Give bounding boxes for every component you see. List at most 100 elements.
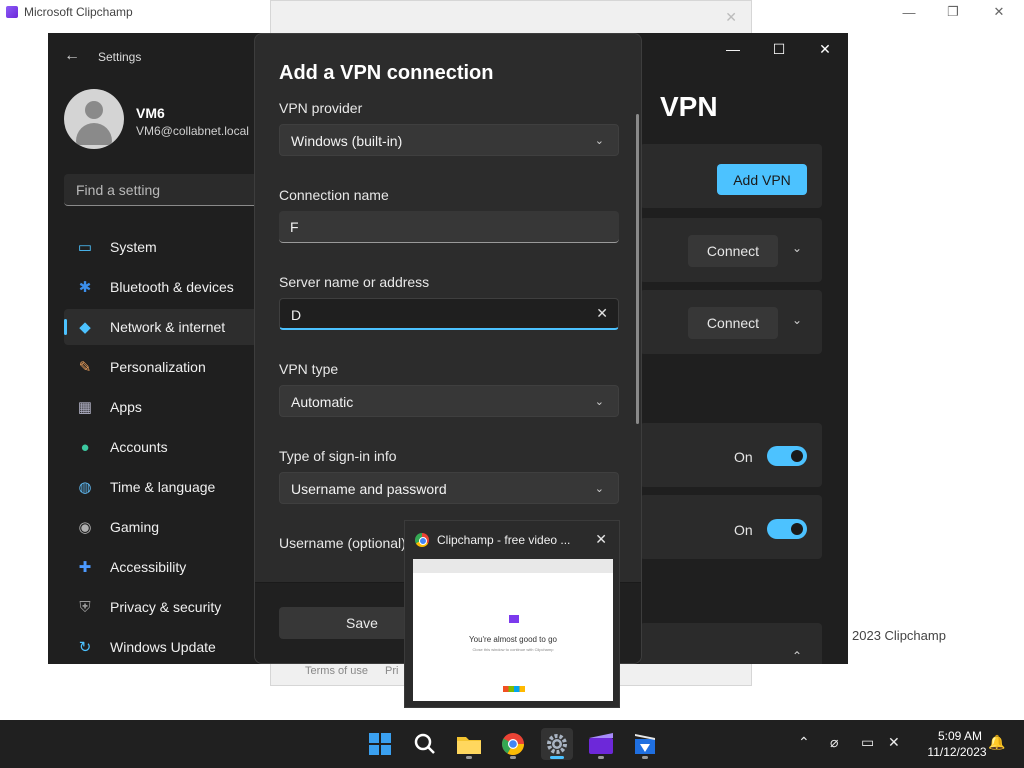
vpn-provider-dropdown[interactable]: Windows (built-in) ⌄: [279, 124, 619, 156]
clapperboard-icon: [635, 734, 655, 754]
connection-name-field[interactable]: F: [279, 211, 619, 243]
clock-time[interactable]: 5:09 AM: [930, 729, 990, 743]
gear-icon: [547, 734, 567, 754]
preview-screenshot: You're almost good to go Close this wind…: [413, 559, 613, 701]
signin-type-dropdown[interactable]: Username and password ⌄: [279, 472, 619, 504]
preview-heading: You're almost good to go: [469, 635, 557, 644]
chevron-down-icon: ⌄: [594, 135, 604, 147]
gamepad-icon: ◉: [78, 519, 92, 536]
apps-icon: ▦: [77, 399, 93, 416]
taskbar: ⌃ ⌀ ▭ ✕ 🔔: [0, 720, 1024, 768]
clock-date[interactable]: 11/12/2023: [922, 745, 992, 759]
vpn-type-dropdown[interactable]: Automatic ⌄: [279, 385, 619, 417]
chevron-down-icon: ⌄: [594, 483, 604, 495]
start-button[interactable]: [364, 728, 396, 760]
movie-app-taskbar-button[interactable]: [629, 728, 661, 760]
avatar[interactable]: [64, 89, 124, 149]
sidebar-item-label: Personalization: [110, 359, 206, 375]
settings-taskbar-button[interactable]: [541, 728, 573, 760]
clipchamp-copyright: 2023 Clipchamp: [852, 628, 946, 643]
chevron-down-icon: ⌄: [594, 396, 604, 408]
server-address-field[interactable]: D ✕: [279, 298, 619, 330]
network-status-icon[interactable]: ⌀: [830, 734, 838, 751]
preview-title: Clipchamp - free video ...: [437, 533, 571, 547]
avatar-body-shape: [76, 123, 112, 145]
toggle-switch-2[interactable]: [767, 519, 807, 539]
signin-type-label: Type of sign-in info: [279, 448, 397, 464]
running-indicator: [642, 756, 648, 759]
clipchamp-taskbar-button[interactable]: [585, 728, 617, 760]
toggle-1-label: On: [734, 449, 753, 465]
paintbrush-icon: ✎: [78, 359, 92, 376]
clipchamp-logo-icon: [6, 6, 18, 18]
preview-close-icon[interactable]: ✕: [595, 531, 607, 548]
sidebar-item-label: System: [110, 239, 157, 255]
dialog-title: Add a VPN connection: [279, 62, 494, 84]
preview-browser-bar: [413, 559, 613, 573]
running-indicator: [466, 756, 472, 759]
sidebar-item-label: Apps: [110, 399, 142, 415]
page-title: VPN: [660, 91, 718, 122]
sidebar-item-label: Bluetooth & devices: [110, 279, 234, 295]
vpn-type-value: Automatic: [291, 394, 354, 410]
preview-microsoft-logo-icon: [503, 686, 525, 692]
clipchamp-minimize-button[interactable]: —: [886, 0, 932, 24]
settings-close-button[interactable]: ✕: [802, 33, 848, 65]
collapse-chevron-icon[interactable]: ⌃: [792, 649, 802, 663]
clipchamp-close-button[interactable]: ✕: [976, 0, 1022, 24]
terms-link[interactable]: Terms of use: [305, 665, 368, 677]
expand-chevron-2-icon[interactable]: ⌄: [792, 313, 802, 327]
sidebar-item-label: Network & internet: [110, 319, 226, 335]
chrome-thumbnail-preview[interactable]: Clipchamp - free video ... ✕ You're almo…: [404, 520, 620, 708]
privacy-link[interactable]: Pri: [385, 665, 398, 677]
user-name: VM6: [136, 105, 165, 121]
volume-muted-icon[interactable]: ✕: [888, 734, 900, 751]
bluetooth-icon: ✱: [78, 279, 92, 296]
file-explorer-button[interactable]: [453, 728, 485, 760]
globe-icon: ◍: [78, 479, 92, 496]
clipchamp-maximize-button[interactable]: ❐: [930, 0, 976, 24]
search-taskbar-button[interactable]: [409, 728, 441, 760]
sidebar-item-label: Time & language: [110, 479, 216, 495]
preview-clipchamp-logo-icon: [509, 615, 519, 623]
connect-button-2[interactable]: Connect: [688, 307, 778, 339]
accessibility-icon: ✚: [78, 559, 92, 576]
sidebar-item-label: Accessibility: [110, 559, 187, 575]
tray-chevron-icon[interactable]: ⌃: [798, 734, 810, 751]
sidebar-item-label: Accounts: [110, 439, 168, 455]
chrome-icon: [415, 533, 429, 547]
search-icon: [414, 733, 435, 754]
toggle-2-label: On: [734, 522, 753, 538]
clipchamp-window-title: Microsoft Clipchamp: [24, 5, 133, 19]
username-label: Username (optional): [279, 535, 406, 551]
add-vpn-button[interactable]: Add VPN: [717, 164, 807, 195]
settings-app-title: Settings: [98, 50, 142, 64]
vpn-provider-value: Windows (built-in): [291, 133, 403, 149]
server-address-label: Server name or address: [279, 274, 430, 290]
active-indicator: [550, 756, 564, 759]
dialog-scrollbar[interactable]: [636, 114, 639, 424]
signin-type-value: Username and password: [291, 481, 447, 497]
clear-text-icon[interactable]: ✕: [596, 305, 608, 322]
preview-subtext: Close this window to continue with Clipc…: [472, 647, 554, 652]
settings-maximize-button[interactable]: ☐: [756, 33, 802, 65]
sidebar-item-label: Windows Update: [110, 639, 216, 655]
chrome-taskbar-button[interactable]: [497, 728, 529, 760]
display-icon[interactable]: ▭: [861, 734, 874, 751]
running-indicator: [598, 756, 604, 759]
connection-name-label: Connection name: [279, 187, 389, 203]
avatar-head-shape: [85, 101, 103, 119]
user-email: VM6@collabnet.local: [136, 124, 249, 138]
toggle-switch-1[interactable]: [767, 446, 807, 466]
connection-name-value: F: [290, 219, 299, 235]
vpn-type-label: VPN type: [279, 361, 339, 377]
accounts-icon: ●: [80, 438, 90, 456]
settings-minimize-button[interactable]: —: [710, 33, 756, 65]
connect-button-1[interactable]: Connect: [688, 235, 778, 267]
chrome-icon: [502, 733, 524, 755]
clipchamp-dialog-close-icon[interactable]: ✕: [725, 9, 737, 26]
vpn-provider-label: VPN provider: [279, 100, 363, 116]
expand-chevron-1-icon[interactable]: ⌄: [792, 241, 802, 255]
clipchamp-icon: [589, 733, 613, 754]
back-arrow-icon[interactable]: ←: [64, 47, 80, 65]
